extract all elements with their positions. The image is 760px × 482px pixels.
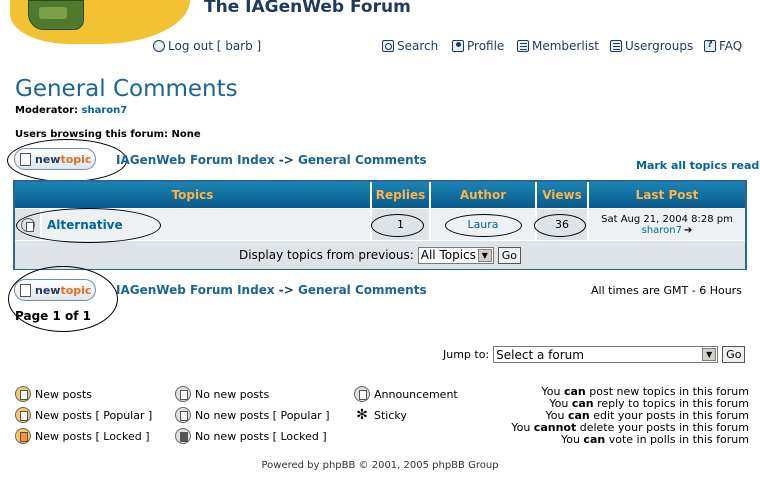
profile-icon (452, 40, 464, 52)
new-locked-icon (15, 428, 31, 444)
chevron-down-icon: ▼ (477, 248, 492, 262)
faq-icon (704, 39, 716, 52)
search-link[interactable]: Search (382, 39, 438, 53)
moderator-label: Moderator: (15, 105, 79, 116)
display-topics-value: All Topics (420, 248, 476, 262)
legend-label: New posts [ Popular ] (35, 408, 153, 422)
jump-to-label: Jump to: (443, 348, 490, 361)
display-topics-row: Display topics from previous: All Topics… (15, 241, 745, 269)
jump-to-row: Jump to: Select a forum ▼ Go (443, 346, 746, 363)
no-new-posts-icon (175, 386, 191, 402)
announcement-icon (354, 386, 370, 402)
breadcrumb-separator: -> (278, 153, 294, 167)
memberlist-icon (517, 40, 529, 52)
sticky-icon: ✻ (356, 407, 368, 423)
usergroups-icon (610, 40, 622, 52)
breadcrumb-bottom: IAGenWeb Forum Index -> General Comments (116, 283, 427, 297)
faq-link[interactable]: FAQ (704, 39, 742, 53)
legend-label: New posts [ Locked ] (35, 429, 150, 443)
header-topics: Topics (15, 182, 371, 208)
jump-to-select[interactable]: Select a forum ▼ (493, 346, 719, 363)
legend-label: New posts (35, 387, 92, 401)
last-post-date: Sat Aug 21, 2004 8:28 pm (601, 213, 733, 225)
annotation-ellipse (534, 214, 586, 237)
last-post-author: sharon7 ➔ (642, 225, 693, 236)
mark-all-read-link[interactable]: Mark all topics read (636, 159, 759, 172)
last-post-cell: Sat Aug 21, 2004 8:28 pm sharon7 ➔ (589, 209, 745, 240)
display-topics-label: Display topics from previous: (238, 248, 414, 262)
last-post-user-link[interactable]: sharon7 (642, 225, 682, 236)
legend-new-posts: New posts (15, 386, 92, 402)
display-topics-select[interactable]: All Topics ▼ (417, 246, 494, 264)
legend-announcement: Announcement (354, 386, 458, 402)
header-views: Views (537, 182, 588, 208)
site-logo[interactable] (10, 0, 190, 44)
header-replies: Replies (372, 182, 430, 208)
breadcrumb-index-link[interactable]: IAGenWeb Forum Index (116, 283, 275, 297)
timezone-note: All times are GMT - 6 Hours (591, 284, 742, 297)
memberlist-label: Memberlist (532, 39, 599, 53)
iowa-map-icon (28, 0, 84, 30)
breadcrumb: IAGenWeb Forum Index -> General Comments (116, 153, 427, 167)
usergroups-label: Usergroups (625, 39, 694, 53)
annotation-ellipse (7, 139, 127, 182)
site-title: The IAGenWeb Forum (204, 0, 411, 17)
legend-label: Sticky (374, 408, 407, 422)
legend-label: No new posts (195, 387, 270, 401)
logout-link[interactable]: Log out [ barb ] (153, 39, 261, 53)
view-latest-post-icon[interactable]: ➔ (684, 225, 692, 236)
jump-to-value: Select a forum (496, 347, 584, 362)
annotation-ellipse (371, 214, 424, 237)
display-go-button[interactable]: Go (497, 246, 522, 264)
logout-icon (153, 40, 165, 52)
no-new-locked-icon (175, 428, 191, 444)
legend-label: No new posts [ Locked ] (195, 429, 327, 443)
legend-no-new-locked: No new posts [ Locked ] (175, 428, 327, 444)
logout-label: Log out [ barb ] (168, 39, 262, 53)
memberlist-link[interactable]: Memberlist (517, 39, 599, 53)
chevron-down-icon: ▼ (702, 348, 717, 361)
faq-label: FAQ (719, 39, 743, 53)
legend-label: No new posts [ Popular ] (195, 408, 330, 422)
jump-go-button[interactable]: Go (722, 346, 746, 363)
breadcrumb-separator: -> (278, 283, 294, 297)
breadcrumb-index-link[interactable]: IAGenWeb Forum Index (116, 153, 275, 167)
annotation-ellipse (8, 266, 118, 332)
footer-credit: Powered by phpBB © 2001, 2005 phpBB Grou… (261, 460, 499, 471)
header-author: Author (431, 182, 536, 208)
legend-new-popular: New posts [ Popular ] (15, 407, 152, 423)
header-last-post: Last Post (589, 182, 745, 208)
usergroups-link[interactable]: Usergroups (610, 39, 693, 53)
annotation-ellipse (445, 214, 522, 237)
permission-line: You can vote in polls in this forum (560, 433, 749, 446)
legend-label: Announcement (374, 387, 458, 401)
search-label: Search (397, 39, 439, 53)
new-popular-icon (15, 407, 31, 423)
legend-new-locked: New posts [ Locked ] (15, 428, 150, 444)
legend-no-new: No new posts (175, 386, 269, 402)
breadcrumb-current-link[interactable]: General Comments (298, 153, 427, 167)
profile-link[interactable]: Profile (452, 39, 504, 53)
moderator-line: Moderator: sharon7 (15, 105, 127, 116)
users-browsing: Users browsing this forum: None (15, 129, 201, 140)
search-icon (382, 40, 394, 52)
new-posts-icon (15, 386, 31, 402)
breadcrumb-current-link[interactable]: General Comments (298, 283, 427, 297)
profile-label: Profile (467, 39, 505, 53)
legend-no-new-popular: No new posts [ Popular ] (175, 407, 330, 423)
annotation-ellipse (16, 208, 161, 243)
page-title[interactable]: General Comments (15, 76, 238, 102)
legend-sticky: ✻ Sticky (354, 407, 407, 423)
no-new-popular-icon (175, 407, 191, 423)
moderator-link[interactable]: sharon7 (82, 105, 128, 116)
